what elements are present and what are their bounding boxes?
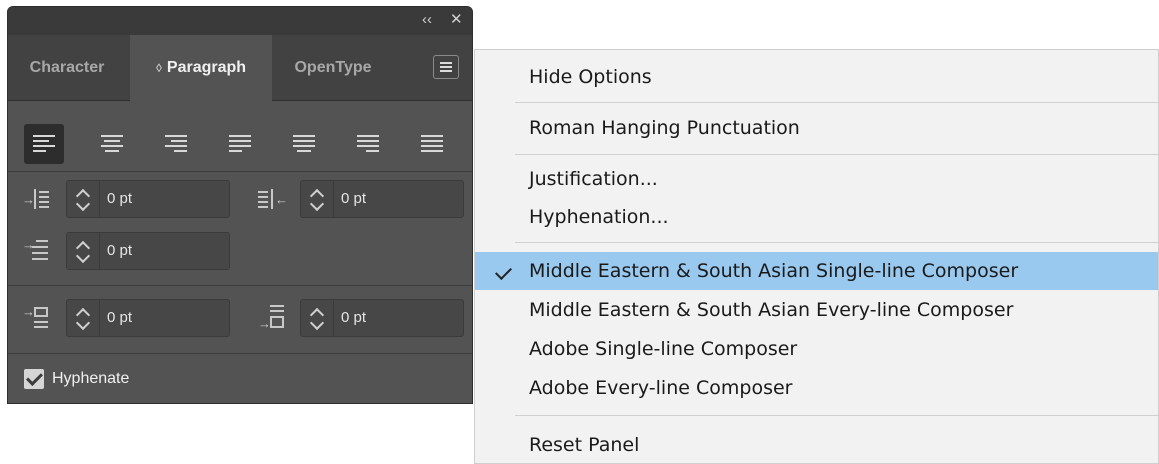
menu-item-label: Roman Hanging Punctuation: [529, 117, 800, 139]
justify-last-center-icon[interactable]: [284, 124, 324, 164]
first-line-indent-value[interactable]: 0 pt: [107, 233, 132, 269]
menu-item-label: Middle Eastern & South Asian Single-line…: [529, 260, 1019, 282]
tab-opentype[interactable]: OpenType: [274, 35, 392, 101]
justify-all-icon[interactable]: [412, 124, 452, 164]
space-before-icon: →: [22, 305, 52, 331]
stepper-arrows[interactable]: [301, 181, 334, 217]
right-indent-field[interactable]: 0 pt: [300, 180, 464, 218]
tab-paragraph[interactable]: ◊ Paragraph: [130, 35, 272, 101]
panel-titlebar[interactable]: ‹‹ ✕: [8, 7, 472, 35]
menu-separator: [515, 415, 1158, 416]
space-after-field[interactable]: 0 pt: [300, 299, 464, 337]
align-left-icon[interactable]: [24, 124, 64, 164]
tab-character[interactable]: Character: [8, 35, 126, 101]
checkmark-icon: [495, 263, 512, 280]
divider: [8, 171, 472, 172]
space-after-icon: →: [258, 305, 288, 331]
menu-separator: [515, 154, 1158, 155]
tab-updown-icon: ◊: [155, 61, 162, 75]
menu-item-me-every-line-composer[interactable]: Middle Eastern & South Asian Every-line …: [475, 291, 1158, 329]
justify-last-right-icon[interactable]: [348, 124, 388, 164]
tab-label: Character: [29, 59, 105, 76]
tab-label: OpenType: [294, 59, 372, 76]
menu-item-label: Justification...: [529, 168, 658, 190]
stepper-arrows[interactable]: [301, 300, 334, 336]
divider: [8, 353, 472, 354]
checkmark-icon: [26, 369, 43, 386]
menu-item-label: Hide Options: [529, 66, 652, 88]
hyphenate-label: Hyphenate: [52, 370, 130, 387]
menu-item-label: Hyphenation...: [529, 206, 669, 228]
menu-item-justification[interactable]: Justification...: [475, 160, 1158, 198]
space-after-value[interactable]: 0 pt: [341, 300, 366, 336]
align-center-icon[interactable]: [92, 124, 132, 164]
right-indent-icon: ←: [258, 187, 288, 213]
paragraph-panel: ‹‹ ✕ Character ◊ Paragraph OpenType → 0 …: [7, 6, 473, 404]
menu-item-hide-options[interactable]: Hide Options: [475, 58, 1158, 96]
space-before-value[interactable]: 0 pt: [107, 300, 132, 336]
menu-item-hyphenation[interactable]: Hyphenation...: [475, 198, 1158, 236]
stepper-arrows[interactable]: [67, 300, 100, 336]
panel-flyout-menu: Hide Options Roman Hanging Punctuation J…: [474, 49, 1159, 464]
menu-item-label: Adobe Single-line Composer: [529, 338, 798, 360]
first-line-indent-icon: →: [22, 238, 52, 264]
menu-item-label: Middle Eastern & South Asian Every-line …: [529, 299, 1014, 321]
checkbox-box[interactable]: [24, 369, 44, 389]
menu-separator: [515, 242, 1158, 243]
align-right-icon[interactable]: [156, 124, 196, 164]
menu-item-adobe-every-line-composer[interactable]: Adobe Every-line Composer: [475, 369, 1158, 407]
left-indent-field[interactable]: 0 pt: [66, 180, 230, 218]
right-indent-value[interactable]: 0 pt: [341, 181, 366, 217]
stepper-arrows[interactable]: [67, 181, 100, 217]
panel-tabbar: Character ◊ Paragraph OpenType: [8, 35, 472, 101]
menu-item-reset-panel[interactable]: Reset Panel: [475, 426, 1158, 464]
menu-item-roman-hanging-punctuation[interactable]: Roman Hanging Punctuation: [475, 109, 1158, 147]
panel-menu-button[interactable]: [433, 55, 459, 79]
menu-item-label: Reset Panel: [529, 434, 640, 456]
menu-separator: [515, 102, 1158, 103]
menu-item-adobe-single-line-composer[interactable]: Adobe Single-line Composer: [475, 330, 1158, 368]
left-indent-value[interactable]: 0 pt: [107, 181, 132, 217]
divider: [8, 285, 472, 286]
collapse-icon[interactable]: ‹‹: [422, 11, 432, 29]
left-indent-icon: →: [22, 187, 52, 213]
menu-item-me-single-line-composer[interactable]: Middle Eastern & South Asian Single-line…: [475, 252, 1158, 290]
space-before-field[interactable]: 0 pt: [66, 299, 230, 337]
justify-last-left-icon[interactable]: [220, 124, 260, 164]
alignment-row: [8, 101, 472, 171]
first-line-indent-field[interactable]: 0 pt: [66, 232, 230, 270]
close-icon[interactable]: ✕: [450, 11, 463, 29]
tab-label: Paragraph: [166, 59, 247, 76]
menu-item-label: Adobe Every-line Composer: [529, 377, 793, 399]
stepper-arrows[interactable]: [67, 233, 100, 269]
